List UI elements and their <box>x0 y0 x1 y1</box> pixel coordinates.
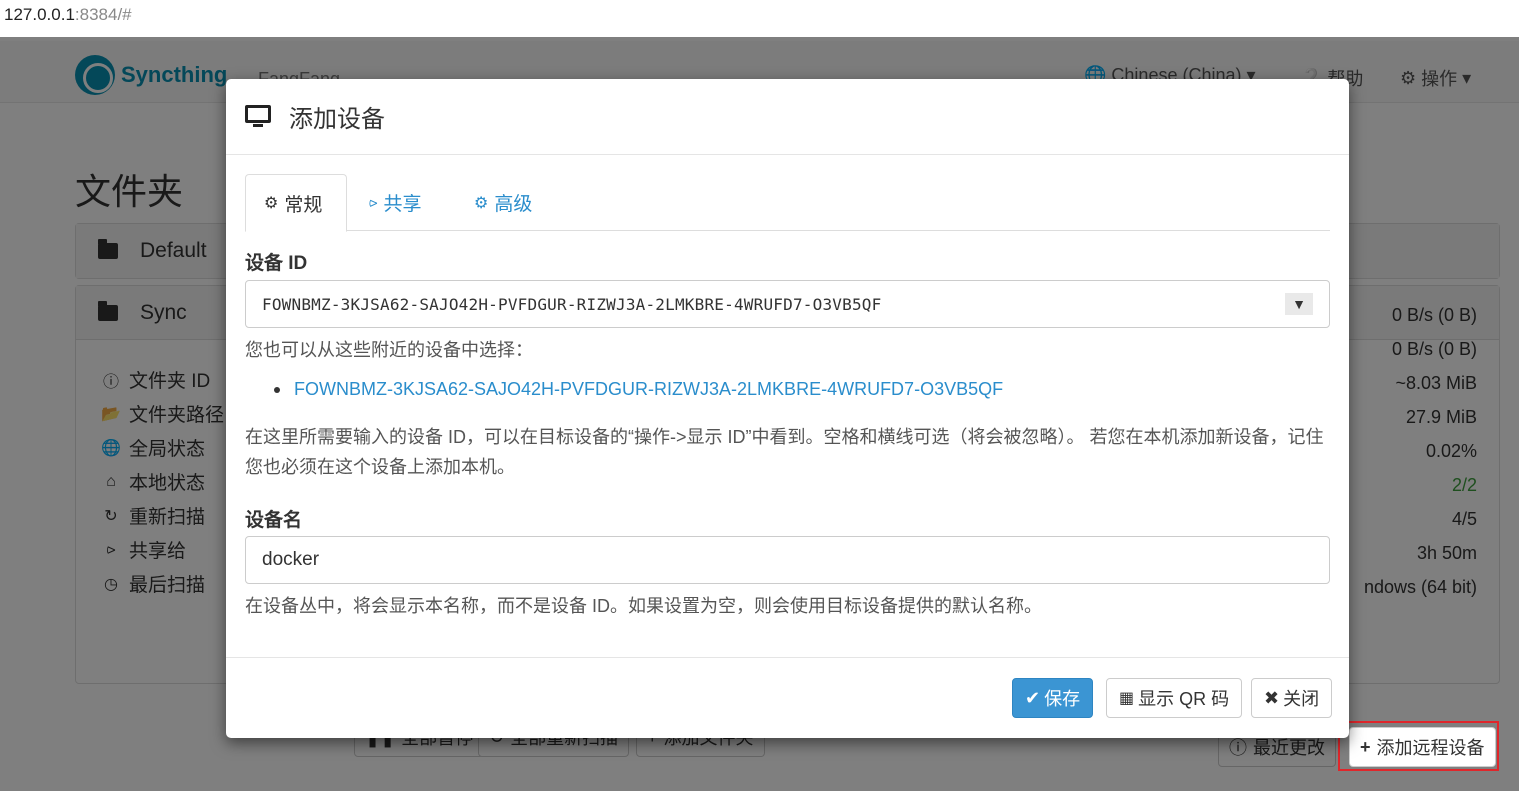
add-device-dialog: 添加设备 ⚙ 常规 ⪧ 共享 ⚙ 高级 设备 ID FOWNBMZ-3KJSA6… <box>226 79 1349 738</box>
button-label: 显示 QR 码 <box>1138 689 1230 709</box>
dialog-title: 添加设备 <box>289 106 385 133</box>
highlight-box <box>1338 721 1499 771</box>
tab-label: 常规 <box>284 194 323 216</box>
nearby-device-link[interactable]: FOWNBMZ-3KJSA62-SAJO42H-PVFDGUR-RIZWJ3A-… <box>294 379 1003 400</box>
save-button[interactable]: ✔ 保存 <box>1012 678 1094 718</box>
device-id-combobox[interactable]: FOWNBMZ-3KJSA62-SAJO42H-PVFDGUR-RIZWJ3A-… <box>245 280 1330 328</box>
show-qr-button[interactable]: ▦ 显示 QR 码 <box>1106 678 1243 718</box>
device-name-value: docker <box>262 549 320 570</box>
tab-label: 高级 <box>494 194 533 215</box>
desktop-icon <box>245 104 271 129</box>
gear-icon: ⚙ <box>264 195 279 212</box>
tab-label: 共享 <box>383 194 422 215</box>
close-button[interactable]: ✖ 关闭 <box>1251 678 1333 718</box>
share-icon: ⪧ <box>369 194 378 211</box>
url-host: 127.0.0.1 <box>4 5 75 24</box>
button-label: 保存 <box>1044 689 1081 709</box>
tab-advanced[interactable]: ⚙ 高级 <box>456 174 550 231</box>
url-path: :8384/# <box>74 5 132 24</box>
button-label: 关闭 <box>1283 689 1320 709</box>
cogs-icon: ⚙ <box>474 194 489 212</box>
qrcode-icon: ▦ <box>1119 690 1135 707</box>
dialog-footer: ✔ 保存 ▦ 显示 QR 码 ✖ 关闭 <box>226 657 1349 738</box>
check-icon: ✔ <box>1025 687 1041 708</box>
nearby-devices-hint: 您也可以从这些附近的设备中选择： <box>245 340 533 360</box>
address-bar[interactable]: 127.0.0.1:8384/# <box>0 0 1519 37</box>
bullet <box>274 386 280 393</box>
nearby-device-item[interactable]: FOWNBMZ-3KJSA62-SAJO42H-PVFDGUR-RIZWJ3A-… <box>274 379 1003 400</box>
device-name-label: 设备名 <box>245 510 303 531</box>
device-id-help: 在这里所需要输入的设备 ID，可以在目标设备的“操作->显示 ID”中看到。空格… <box>245 427 1324 477</box>
tab-general[interactable]: ⚙ 常规 <box>245 174 347 232</box>
tab-sharing[interactable]: ⪧ 共享 <box>351 174 439 231</box>
dialog-tabs: ⚙ 常规 ⪧ 共享 ⚙ 高级 <box>245 174 1330 232</box>
device-name-input[interactable]: docker <box>245 536 1330 584</box>
device-id-label: 设备 ID <box>245 253 308 274</box>
device-id-value: FOWNBMZ-3KJSA62-SAJO42H-PVFDGUR-RIZWJ3A-… <box>262 294 882 314</box>
device-name-help: 在设备丛中，将会显示本名称，而不是设备 ID。如果设置为空，则会使用目标设备提供… <box>245 596 1042 616</box>
dialog-header: 添加设备 <box>226 79 1349 155</box>
dropdown-arrow-icon[interactable]: ▼ <box>1285 293 1313 315</box>
close-icon: ✖ <box>1264 687 1280 708</box>
